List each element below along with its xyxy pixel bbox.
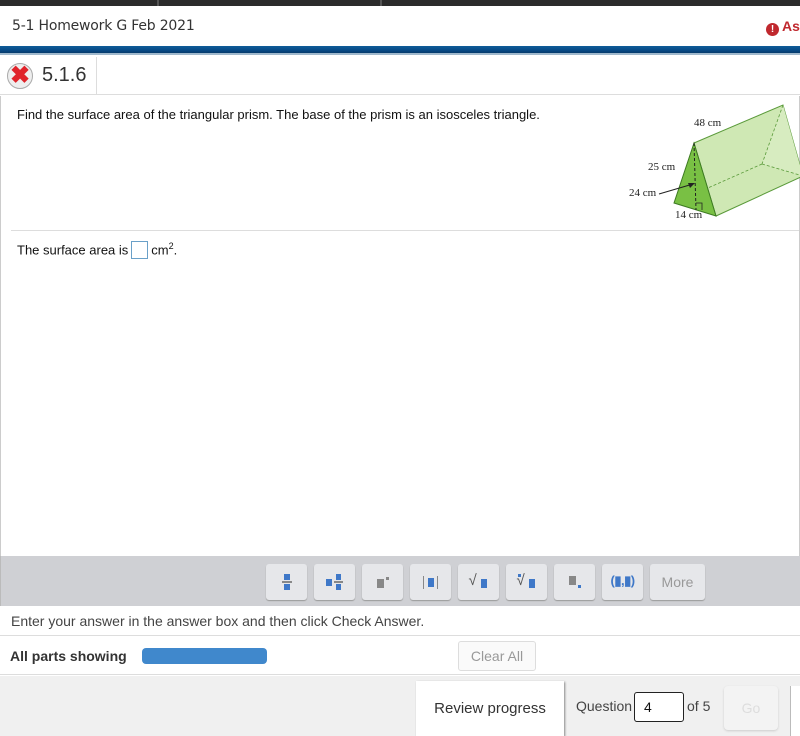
- question-label: Question: [576, 698, 633, 714]
- question-prompt: Find the surface area of the triangular …: [17, 107, 540, 122]
- slant-label: 25 cm: [648, 161, 676, 173]
- square-root-button[interactable]: √: [458, 564, 499, 600]
- assignment-header: 5-1 Homework G Feb 2021 !Ass: [0, 6, 800, 46]
- go-button[interactable]: Go: [724, 686, 778, 730]
- mixed-number-icon: [325, 573, 345, 591]
- next-button-edge[interactable]: [790, 686, 800, 736]
- header-band: [0, 46, 800, 55]
- assignment-link-label: Ass: [782, 18, 800, 34]
- parts-bar: All parts showing Clear All: [0, 637, 800, 675]
- answer-suffix: .: [173, 242, 178, 258]
- subscript-icon: [565, 573, 585, 591]
- parts-progress-bar: [142, 648, 267, 664]
- content-divider: [11, 230, 799, 231]
- answer-prefix: The surface area is: [17, 242, 129, 258]
- length-label: 48 cm: [694, 117, 722, 129]
- nth-root-icon: √: [517, 572, 537, 591]
- base-label: 14 cm: [675, 209, 703, 221]
- fraction-button[interactable]: [266, 564, 307, 600]
- question-number: 5.1.6: [42, 64, 87, 86]
- question-content: Find the surface area of the triangular …: [0, 96, 800, 556]
- triangular-prism-figure: 48 cm 25 cm 24 cm 14 cm: [629, 104, 800, 221]
- ordered-pair-button[interactable]: (▮,▮): [602, 564, 643, 600]
- assignment-title: 5-1 Homework G Feb 2021: [12, 18, 195, 34]
- footer-nav: Review progress Question 4 of 5 Go: [0, 676, 800, 736]
- fraction-icon: [277, 573, 297, 591]
- answer-input[interactable]: [131, 241, 149, 260]
- math-toolbar: √ √ (▮,▮) More: [0, 556, 800, 606]
- more-button[interactable]: More: [650, 564, 705, 600]
- instruction-text: Enter your answer in the answer box and …: [11, 613, 425, 629]
- answer-unit: cm: [151, 242, 169, 258]
- subscript-button[interactable]: [554, 564, 595, 600]
- assignment-alert-link[interactable]: !Ass: [766, 18, 800, 36]
- clear-all-button[interactable]: Clear All: [458, 641, 536, 671]
- height-label: 24 cm: [629, 187, 657, 199]
- review-progress-button[interactable]: Review progress: [416, 681, 564, 736]
- question-tab[interactable]: ✖ 5.1.6: [0, 57, 97, 95]
- parts-label: All parts showing: [10, 648, 127, 664]
- absolute-value-button[interactable]: [410, 564, 451, 600]
- question-total-label: of 5: [687, 698, 711, 714]
- x-incorrect-icon: ✖: [7, 62, 33, 89]
- exponent-icon: [373, 573, 393, 591]
- question-header: ✖ 5.1.6: [0, 57, 800, 95]
- instruction-bar: Enter your answer in the answer box and …: [0, 606, 800, 636]
- mixed-number-button[interactable]: [314, 564, 355, 600]
- square-root-icon: √: [469, 572, 489, 591]
- alert-icon: !: [766, 23, 779, 36]
- answer-line: The surface area is cm2.: [17, 241, 178, 260]
- absolute-value-icon: [421, 573, 441, 591]
- nth-root-button[interactable]: √: [506, 564, 547, 600]
- question-number-input[interactable]: 4: [634, 692, 684, 722]
- ordered-pair-icon: (▮,▮): [610, 573, 636, 588]
- exponent-button[interactable]: [362, 564, 403, 600]
